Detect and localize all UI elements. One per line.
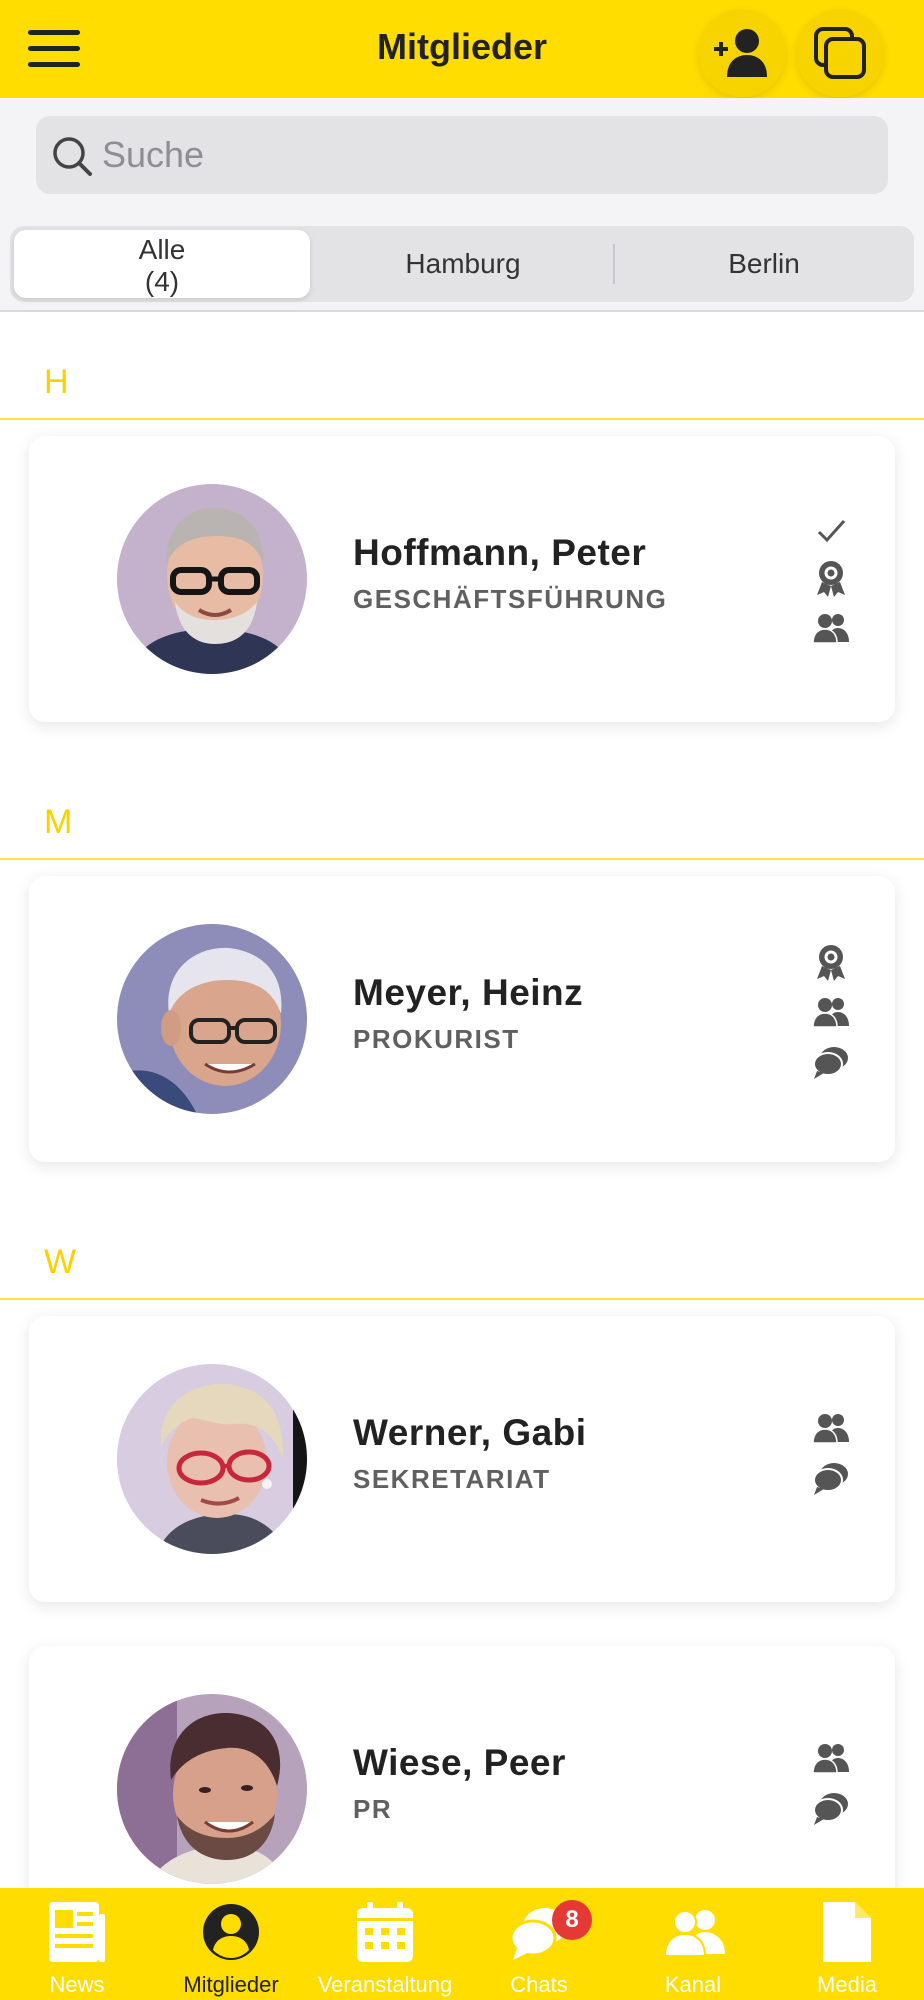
member-role: GESCHÄFTSFÜHRUNG [353,584,668,614]
tab-hamburg[interactable]: Hamburg [318,230,608,298]
member-status-icons [811,1738,851,1828]
member-status-icons [811,1408,851,1498]
group-icon [812,998,849,1028]
member-name: Hoffmann, Peter [353,532,647,573]
avatar [117,924,307,1114]
tab-divider [613,244,615,284]
search-bar[interactable] [36,116,888,194]
calendar-icon [357,1902,413,1962]
tab-berlin[interactable]: Berlin [618,230,910,298]
copy-icon [814,27,866,79]
search-input[interactable] [102,116,862,194]
nav-chats[interactable]: 8 Chats [462,1888,616,2000]
nav-media[interactable]: Media [770,1888,924,2000]
check-icon [817,519,846,543]
group-icon [812,1414,849,1444]
search-icon [53,137,92,176]
location-filter: Alle (4) Hamburg Berlin [10,226,914,302]
member-card[interactable]: Werner, Gabi SEKRETARIAT [29,1316,895,1602]
add-user-icon [714,29,767,77]
bottom-navigation: News Mitglieder Veranstaltung 8 Chats Ka… [0,1888,924,2000]
nav-veranstaltung[interactable]: Veranstaltung [308,1888,462,2000]
section-header-h: H [44,363,69,401]
member-role: SEKRETARIAT [353,1464,551,1494]
member-card[interactable]: Meyer, Heinz PROKURIST [29,876,895,1162]
tab-label: Alle [138,234,186,265]
chat-icon [813,1047,848,1079]
copy-button[interactable] [796,9,884,97]
section-divider [0,858,924,860]
member-name: Werner, Gabi [353,1412,587,1453]
file-icon [823,1902,871,1962]
group-icon [812,1744,849,1774]
member-status-icons [811,942,851,1082]
nav-label: Mitglieder [183,1972,279,1997]
member-name: Wiese, Peer [353,1742,566,1783]
group-icon [812,614,849,644]
group-icon [663,1910,725,1957]
tab-alle[interactable]: Alle (4) [14,230,310,298]
unread-badge: 8 [552,1900,592,1940]
avatar [117,484,307,674]
nav-kanal[interactable]: Kanal [616,1888,770,2000]
tab-count: (4) [144,266,180,297]
member-name: Meyer, Heinz [353,972,584,1013]
member-status-icons [811,510,851,644]
chat-icon [813,1793,848,1825]
nav-label: Kanal [664,1972,722,1997]
nav-label: Veranstaltung [317,1972,453,1997]
add-member-button[interactable] [698,9,786,97]
member-role: PROKURIST [353,1024,520,1054]
tab-label: Berlin [728,248,800,279]
nav-label: Media [817,1972,877,1997]
award-icon [817,945,845,981]
award-icon [817,561,845,597]
section-header-w: W [44,1243,77,1281]
avatar [117,1694,307,1884]
member-role: PR [353,1794,393,1824]
search-filter-area: Alle (4) Hamburg Berlin [0,98,924,312]
tab-label: Hamburg [405,248,521,279]
app-header: Mitglieder [0,0,924,98]
nav-label: Chats [510,1972,568,1997]
avatar [117,1364,307,1554]
nav-news[interactable]: News [0,1888,154,2000]
nav-mitglieder[interactable]: Mitglieder [154,1888,308,2000]
chat-icon [813,1463,848,1495]
member-card[interactable]: Hoffmann, Peter GESCHÄFTSFÜHRUNG [29,436,895,722]
nav-label: News [49,1972,105,1997]
section-divider [0,418,924,420]
section-divider [0,1298,924,1300]
section-header-m: M [44,803,73,841]
person-icon [203,1904,259,1960]
news-icon [49,1902,105,1962]
